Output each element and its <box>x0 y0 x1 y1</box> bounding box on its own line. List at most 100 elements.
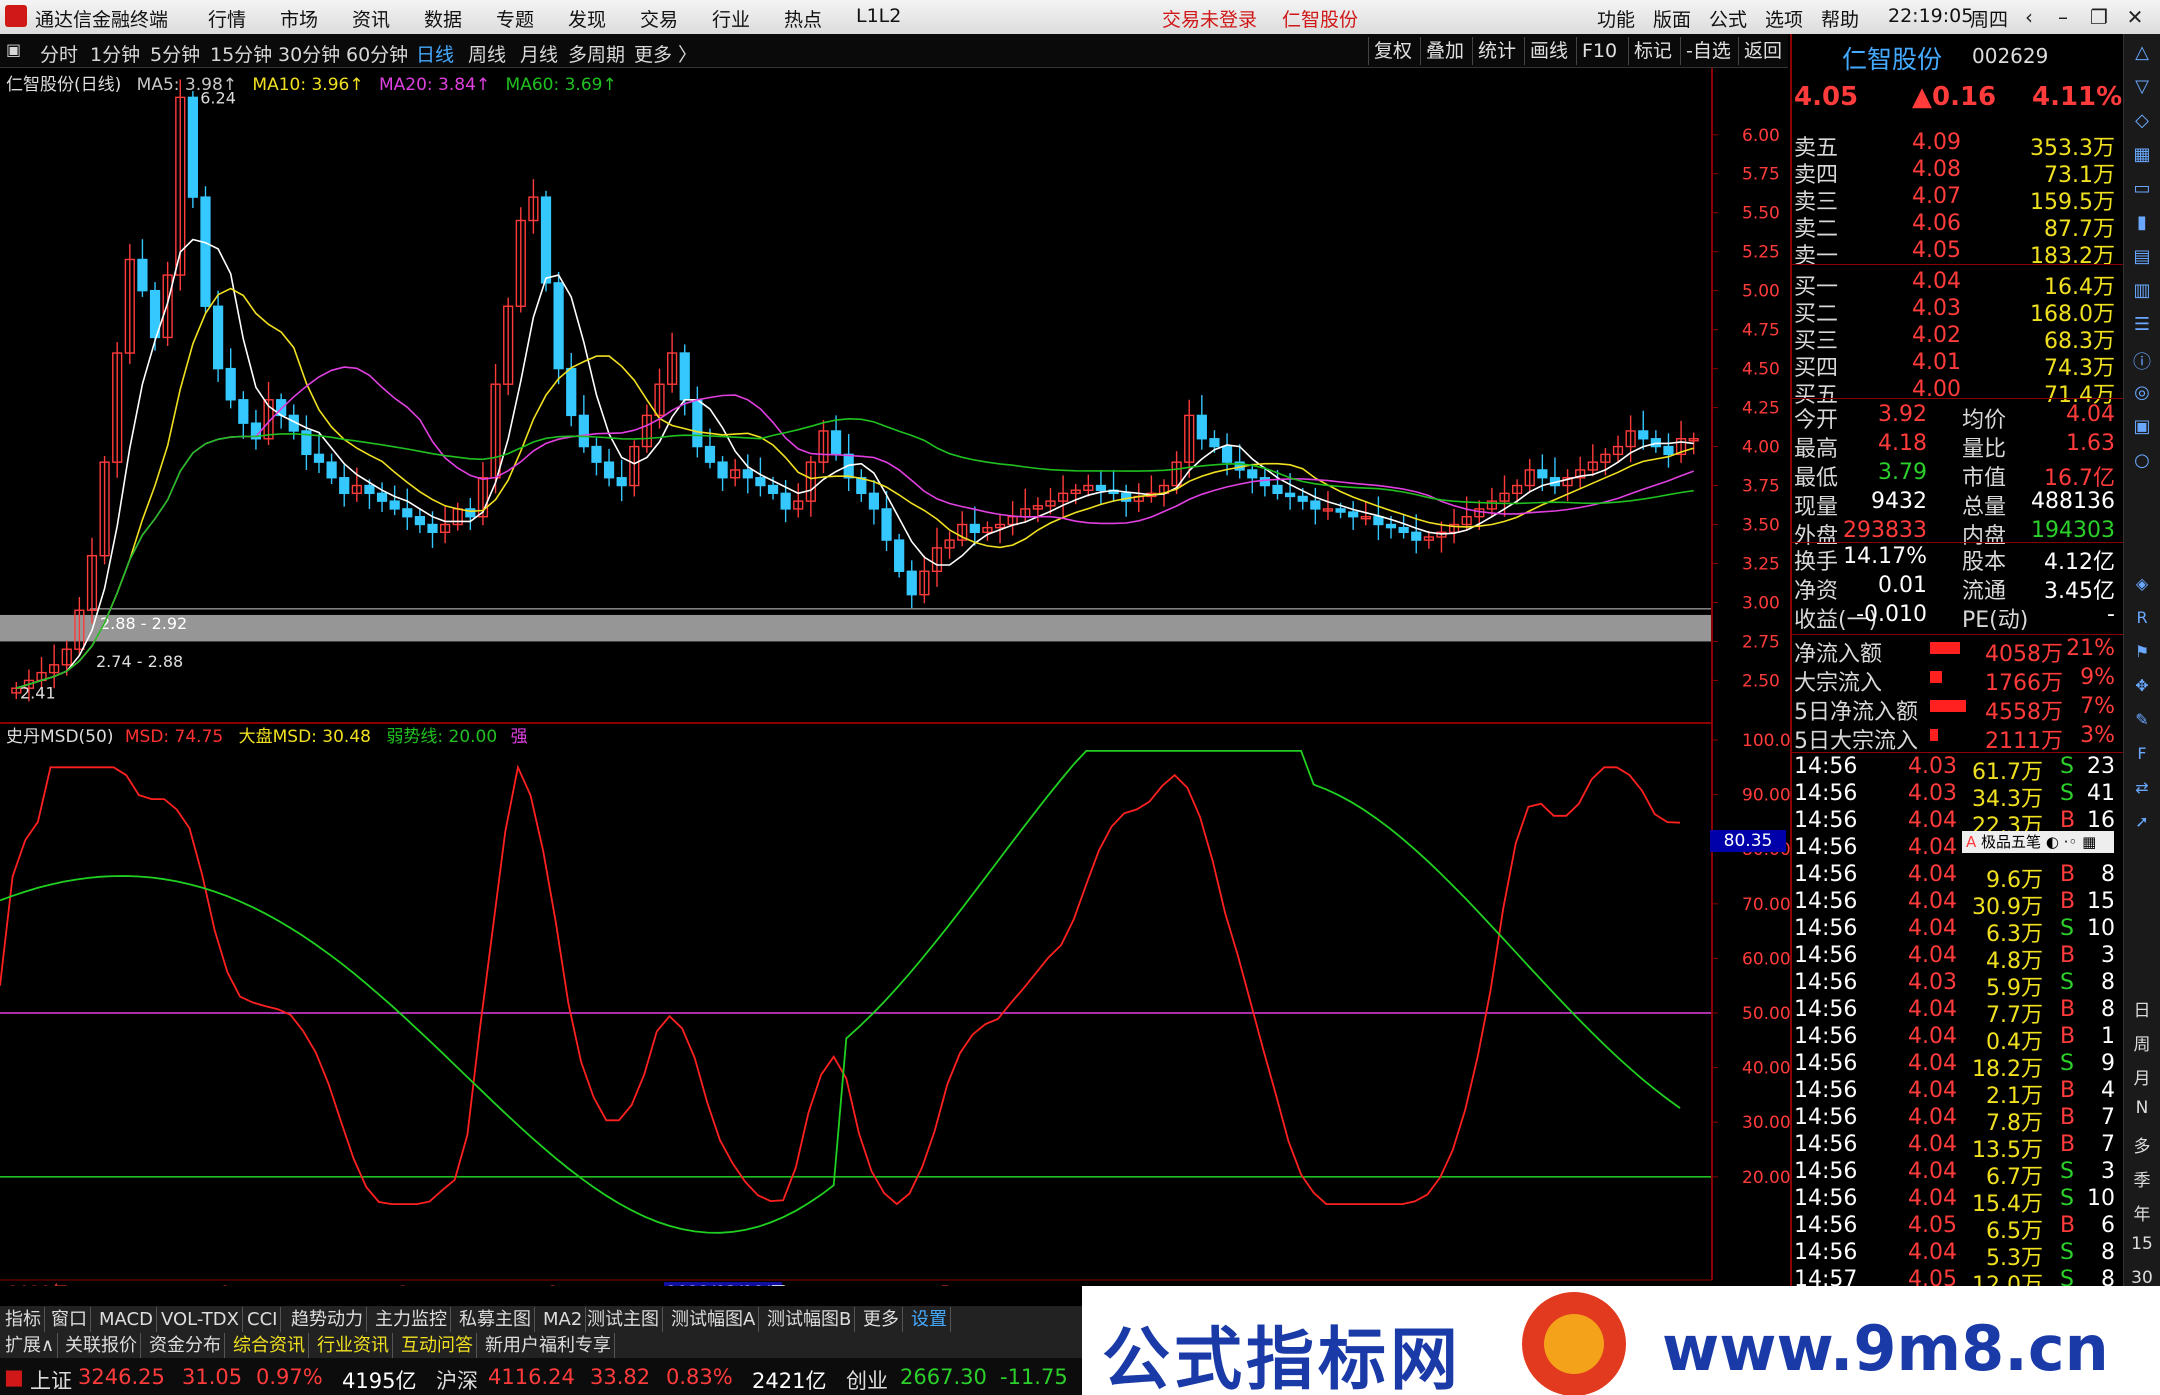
menu-item-zhuanti[interactable]: 专题 <box>496 5 534 32</box>
period-60min[interactable]: 60分钟 <box>346 40 408 67</box>
menu-item-redian[interactable]: 热点 <box>784 5 822 32</box>
restore-icon[interactable]: ❐ <box>2082 2 2116 32</box>
flag-icon[interactable]: ⚑ <box>2130 642 2154 666</box>
period-more[interactable]: 更多 〉 <box>634 40 697 67</box>
period-5min[interactable]: 5分钟 <box>150 40 200 67</box>
tab-settings[interactable]: 设置 <box>908 1307 951 1333</box>
bars-icon[interactable]: ▮ <box>2130 212 2154 236</box>
move-icon[interactable]: ✥ <box>2130 676 2154 700</box>
period-shortcut[interactable]: 多 <box>2126 1132 2158 1157</box>
msd-indicator-panel[interactable] <box>0 750 1712 1234</box>
bid-row[interactable]: 买三 4.02 68.3万 <box>1792 323 2123 354</box>
close-icon[interactable]: ✕ <box>2118 2 2152 32</box>
doc-icon[interactable]: ▤ <box>2130 246 2154 270</box>
period-15min[interactable]: 15分钟 <box>210 40 272 67</box>
btn-tongji[interactable]: 统计 <box>1472 37 1521 65</box>
bid-row[interactable]: 买四 4.01 74.3万 <box>1792 350 2123 381</box>
ask-row[interactable]: 卖四 4.08 73.1万 <box>1792 157 2123 188</box>
period-shortcut[interactable]: 日 <box>2126 996 2158 1021</box>
tab-cci[interactable]: CCI <box>244 1307 282 1333</box>
tab-macd[interactable]: MACD <box>96 1307 157 1333</box>
tab-vol-tdx[interactable]: VOL-TDX <box>158 1307 243 1333</box>
btn-biaoji[interactable]: 标记 <box>1628 37 1677 65</box>
pen-icon[interactable]: ✎ <box>2130 710 2154 734</box>
up-arrow-icon[interactable]: △ <box>2130 42 2154 66</box>
bid-row[interactable]: 买五 4.00 71.4万 <box>1792 377 2123 408</box>
period-shortcut[interactable]: 季 <box>2126 1166 2158 1191</box>
period-shortcut[interactable]: 30 <box>2126 1268 2158 1288</box>
tab-zhuli[interactable]: 主力监控 <box>372 1307 451 1333</box>
tab-hudong[interactable]: 互动问答 <box>398 1333 477 1359</box>
ask-row[interactable]: 卖五 4.09 353.3万 <box>1792 130 2123 161</box>
minimize-icon[interactable]: – <box>2046 2 2080 32</box>
rsi-icon[interactable]: R <box>2130 608 2154 632</box>
panel-toggle-icon[interactable]: ▣ <box>6 40 21 59</box>
trade-status[interactable]: 交易未登录 <box>1162 5 1257 32</box>
circle-icon[interactable]: ○ <box>2130 450 2154 474</box>
period-monthly[interactable]: 月线 <box>520 40 558 67</box>
fs-icon[interactable]: F <box>2130 744 2154 768</box>
btn-diejia[interactable]: 叠加 <box>1420 37 1469 65</box>
menu-item-shichang[interactable]: 市场 <box>280 5 318 32</box>
bid-row[interactable]: 买一 4.04 16.4万 <box>1792 269 2123 300</box>
period-multi[interactable]: 多周期 <box>568 40 625 67</box>
period-fenshi[interactable]: 分时 <box>40 40 78 67</box>
menu-gongshi[interactable]: 公式 <box>1709 5 1747 32</box>
list-icon[interactable]: ☰ <box>2130 314 2154 338</box>
period-shortcut[interactable]: N <box>2126 1098 2158 1118</box>
tab-test-b[interactable]: 测试幅图B <box>764 1307 856 1333</box>
chart-icon[interactable]: ▭ <box>2130 178 2154 202</box>
tab-newuser[interactable]: 新用户福利专享 <box>482 1333 615 1359</box>
table-icon[interactable]: ▥ <box>2130 280 2154 304</box>
period-shortcut[interactable]: 周 <box>2126 1030 2158 1055</box>
stock-link[interactable]: 仁智股份 <box>1282 5 1358 32</box>
btn-zixuan[interactable]: -自选 <box>1680 37 1736 65</box>
swap-icon[interactable]: ⇄ <box>2130 778 2154 802</box>
star-icon[interactable]: ◇ <box>2130 110 2154 134</box>
menu-item-jiaoyi[interactable]: 交易 <box>640 5 678 32</box>
period-weekly[interactable]: 周线 <box>468 40 506 67</box>
period-shortcut[interactable]: 年 <box>2126 1200 2158 1225</box>
info-icon[interactable]: ⓘ <box>2130 348 2154 373</box>
btn-fanhui[interactable]: 返回 <box>1738 37 1787 65</box>
tab-test-a[interactable]: 测试幅图A <box>668 1307 760 1333</box>
menu-gongneng[interactable]: 功能 <box>1597 5 1635 32</box>
ask-row[interactable]: 卖一 4.05 183.2万 <box>1792 238 2123 269</box>
sh-name[interactable]: 上证 <box>30 1365 72 1395</box>
menu-item-hangqing[interactable]: 行情 <box>208 5 246 32</box>
indicator-title[interactable]: 史丹MSD(50) <box>6 727 113 747</box>
ask-row[interactable]: 卖三 4.07 159.5万 <box>1792 184 2123 215</box>
btn-f10[interactable]: F10 <box>1576 37 1622 65</box>
tab-chuangkou[interactable]: 窗口 <box>48 1307 91 1333</box>
grid-icon[interactable]: ▦ <box>2130 144 2154 168</box>
down-arrow-icon[interactable]: ▽ <box>2130 76 2154 100</box>
shield-icon[interactable]: ◈ <box>2130 574 2154 598</box>
menu-bangzhu[interactable]: 帮助 <box>1821 5 1859 32</box>
tab-zonghe[interactable]: 综合资讯 <box>230 1333 309 1359</box>
hs-name[interactable]: 沪深 <box>436 1365 478 1395</box>
tab-qushi[interactable]: 趋势动力 <box>288 1307 367 1333</box>
compass-icon[interactable]: ◎ <box>2130 382 2154 406</box>
menu-item-hangye[interactable]: 行业 <box>712 5 750 32</box>
tab-zijin[interactable]: 资金分布 <box>146 1333 225 1359</box>
ask-row[interactable]: 卖二 4.06 87.7万 <box>1792 211 2123 242</box>
period-1min[interactable]: 1分钟 <box>90 40 140 67</box>
back-arrow-icon[interactable]: ‹ <box>2012 2 2046 32</box>
period-30min[interactable]: 30分钟 <box>278 40 340 67</box>
tab-zhibiao[interactable]: 指标 <box>2 1307 45 1333</box>
menu-item-l1l2[interactable]: L1L2 <box>856 5 901 27</box>
menu-banmian[interactable]: 版面 <box>1653 5 1691 32</box>
tab-expand[interactable]: 扩展∧ <box>2 1333 59 1359</box>
ime-popup[interactable]: A 极品五笔 ◐ ·◦ ▦ <box>1962 831 2114 853</box>
menu-item-faxian[interactable]: 发现 <box>568 5 606 32</box>
menu-item-shuju[interactable]: 数据 <box>424 5 462 32</box>
tab-simu[interactable]: 私募主图 <box>456 1307 535 1333</box>
tab-hangye[interactable]: 行业资讯 <box>314 1333 393 1359</box>
cy-name[interactable]: 创业 <box>846 1365 888 1395</box>
tab-test-main[interactable]: 测试主图 <box>584 1307 663 1333</box>
period-daily[interactable]: 日线 <box>416 40 454 67</box>
period-shortcut[interactable]: 15 <box>2126 1234 2158 1254</box>
tab-ma2[interactable]: MA2 <box>540 1307 587 1333</box>
chart-area[interactable]: 2.88 - 2.922.74 - 2.886.242.41 6.005.755… <box>0 68 1790 1286</box>
period-shortcut[interactable]: 月 <box>2126 1064 2158 1089</box>
